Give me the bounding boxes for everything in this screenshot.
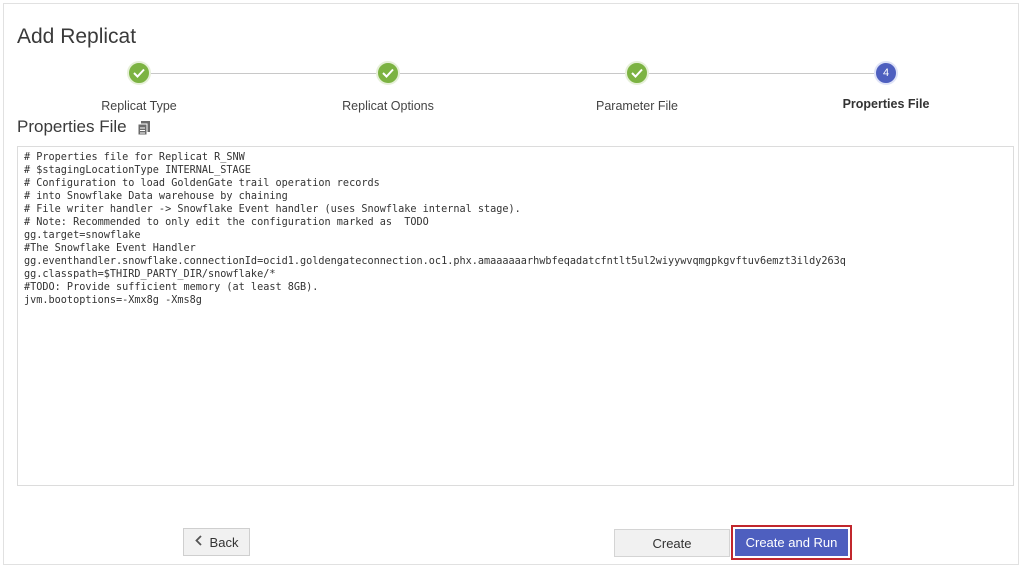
- step-label: Parameter File: [517, 99, 757, 113]
- create-button[interactable]: Create: [614, 529, 730, 557]
- step-number-badge: 4: [874, 61, 898, 85]
- check-icon: [127, 61, 151, 85]
- properties-file-content[interactable]: # Properties file for Replicat R_SNW # $…: [24, 151, 1007, 307]
- create-and-run-button[interactable]: Create and Run: [735, 529, 848, 556]
- add-replicat-panel: Add Replicat Replicat Type Replicat Opti…: [3, 3, 1019, 565]
- section-title: Properties File: [17, 117, 127, 137]
- copy-icon[interactable]: [137, 120, 151, 136]
- create-button-label: Create: [652, 536, 691, 551]
- step-label: Replicat Type: [19, 99, 259, 113]
- chevron-left-icon: [195, 535, 202, 549]
- back-button-label: Back: [210, 535, 239, 550]
- page-title: Add Replicat: [17, 25, 136, 49]
- create-and-run-highlight: Create and Run: [731, 525, 852, 560]
- back-button[interactable]: Back: [183, 528, 250, 556]
- create-and-run-label: Create and Run: [746, 535, 838, 550]
- check-icon: [625, 61, 649, 85]
- stepper-track: [142, 73, 889, 74]
- step-label: Properties File: [766, 97, 1006, 111]
- properties-file-editor[interactable]: # Properties file for Replicat R_SNW # $…: [17, 146, 1014, 486]
- step-label: Replicat Options: [268, 99, 508, 113]
- check-icon: [376, 61, 400, 85]
